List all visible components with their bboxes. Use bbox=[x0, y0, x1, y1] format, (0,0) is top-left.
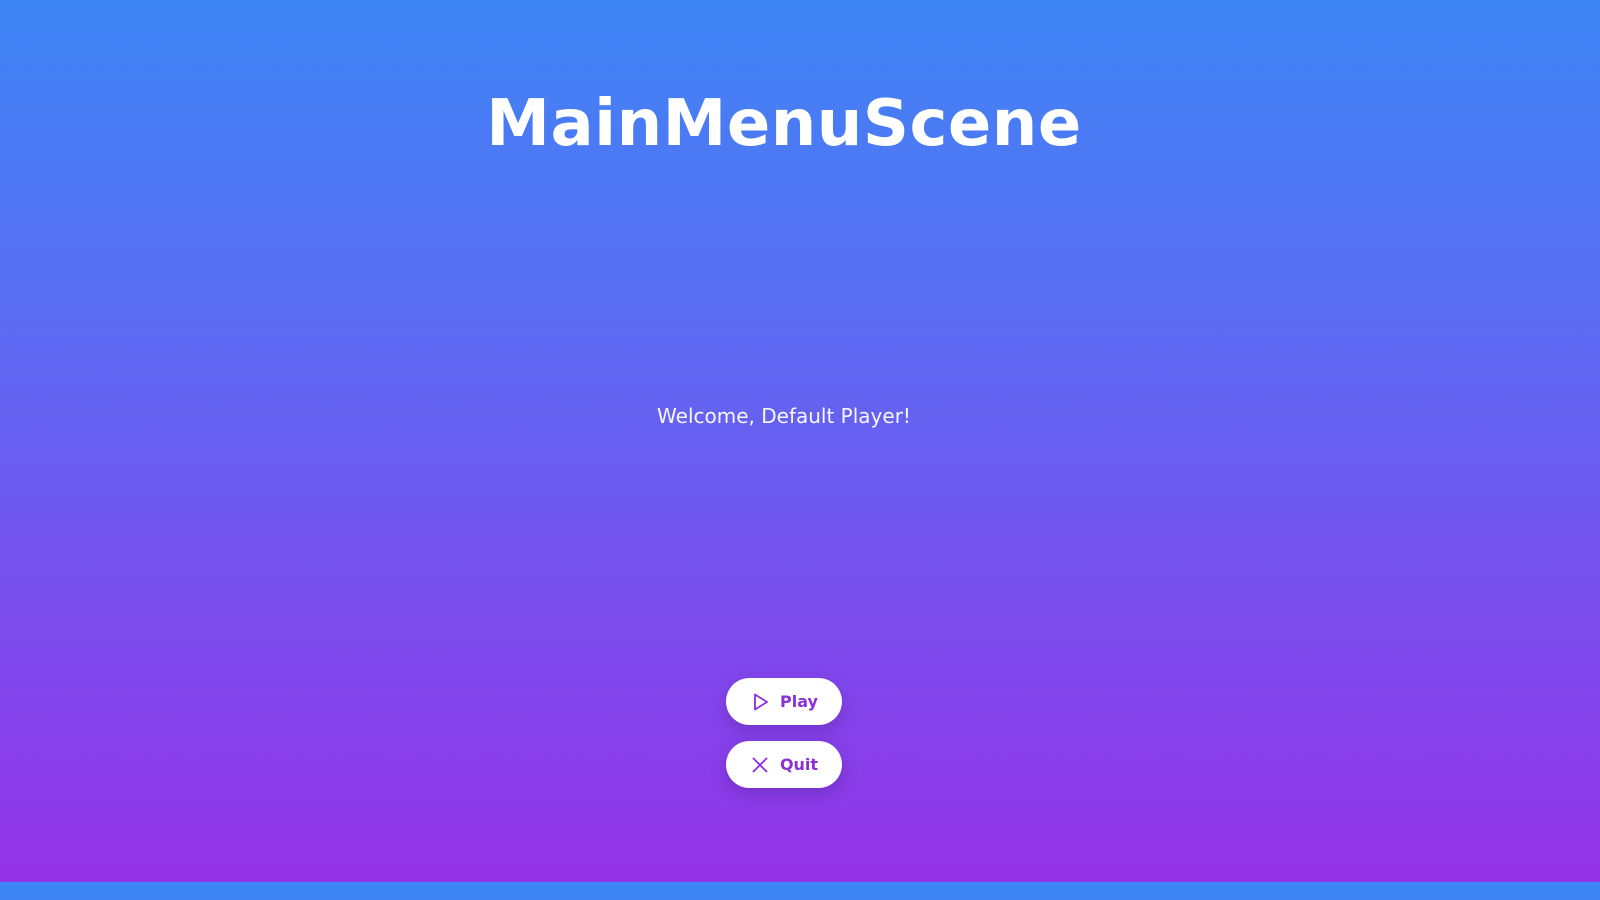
play-button[interactable]: Play bbox=[726, 678, 842, 725]
main-menu-scene: MainMenuScene Welcome, Default Player! P… bbox=[0, 0, 1568, 882]
close-icon bbox=[750, 755, 770, 775]
main-menu: Play Quit bbox=[0, 678, 1568, 788]
scene-title: MainMenuScene bbox=[486, 87, 1082, 161]
quit-button[interactable]: Quit bbox=[726, 741, 842, 788]
welcome-message: Welcome, Default Player! bbox=[657, 404, 911, 428]
play-button-label: Play bbox=[780, 692, 818, 711]
play-icon bbox=[750, 692, 770, 712]
quit-button-label: Quit bbox=[779, 755, 819, 774]
